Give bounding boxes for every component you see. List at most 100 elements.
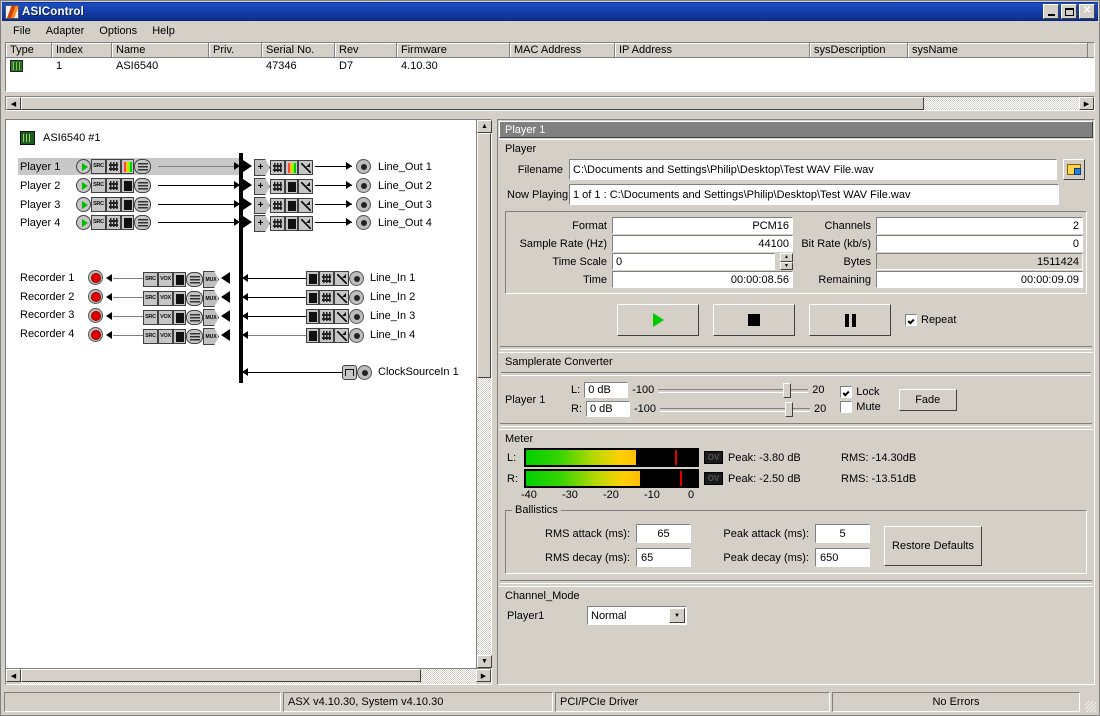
vscroll-thumb[interactable] (477, 133, 491, 378)
linein-chain-4[interactable] (306, 328, 364, 343)
peak-attack-input[interactable]: 5 (815, 524, 870, 543)
hscroll-thumb[interactable] (21, 97, 924, 110)
gain-icon[interactable] (334, 309, 349, 324)
list-icon[interactable] (186, 310, 203, 325)
src-icon[interactable]: SRC (91, 197, 106, 212)
signal-flow-diagram[interactable]: ASI6540 #1 Player 1 SRC Player 2 SRC Pla… (6, 120, 476, 668)
recorder-chain-2[interactable]: SRC VOX MUX (143, 290, 219, 307)
stop-button[interactable] (713, 304, 795, 336)
left-gain-slider[interactable] (658, 382, 809, 398)
hscroll-thumb[interactable] (21, 669, 421, 682)
meter-icon[interactable] (285, 179, 298, 194)
node-label-recorder-3[interactable]: Recorder 3 (20, 309, 74, 321)
adapter-list-hscrollbar[interactable]: ◀ ▶ (5, 96, 1095, 111)
line-in-port-icon[interactable] (349, 328, 364, 343)
line-out-port-icon[interactable] (356, 178, 371, 193)
fader-icon[interactable] (270, 179, 285, 194)
list-icon[interactable] (186, 272, 203, 287)
play-icon[interactable] (76, 178, 91, 193)
diagram-hscrollbar[interactable]: ◀ ▶ (6, 668, 491, 684)
meter-left-ov-indicator[interactable]: OV (704, 451, 723, 464)
list-icon[interactable] (186, 329, 203, 344)
mux-icon[interactable]: MUX (203, 271, 219, 288)
filename-input[interactable]: C:\Documents and Settings\Philip\Desktop… (569, 159, 1057, 180)
linein-chain-2[interactable] (306, 290, 364, 305)
fader-icon[interactable] (270, 198, 285, 213)
src-icon[interactable]: SRC (143, 272, 158, 287)
channel-mode-select[interactable]: Normal ▼ (587, 606, 687, 625)
record-port-icon[interactable] (88, 327, 103, 342)
list-icon[interactable] (134, 159, 151, 174)
meter-icon[interactable] (306, 328, 319, 343)
meter-icon[interactable] (121, 178, 134, 193)
maximize-button[interactable] (1061, 4, 1077, 19)
hscroll-track[interactable] (21, 97, 1079, 110)
vscroll-track[interactable] (477, 133, 491, 655)
stepper-up-icon[interactable]: ▲ (780, 253, 793, 262)
right-gain-input[interactable]: 0 dB (586, 401, 630, 417)
line-in-port-icon[interactable] (349, 290, 364, 305)
node-label-recorder-4[interactable]: Recorder 4 (20, 328, 74, 340)
fader-icon[interactable] (319, 328, 334, 343)
mux-icon[interactable]: MUX (203, 309, 219, 326)
meter-icon[interactable] (173, 329, 186, 344)
device-node[interactable]: ASI6540 #1 (20, 131, 101, 145)
clocksource-chain[interactable] (342, 365, 372, 380)
menu-file[interactable]: File (6, 23, 38, 39)
linein-chain-3[interactable] (306, 309, 364, 324)
timescale-stepper[interactable]: ▲ ▼ (780, 253, 793, 270)
hscroll-track[interactable] (21, 669, 476, 684)
gain-icon[interactable] (334, 271, 349, 286)
fader-icon[interactable] (106, 178, 121, 193)
node-label-line-out-3[interactable]: Line_Out 3 (378, 199, 432, 211)
mixer-add-icon[interactable] (254, 159, 270, 176)
mux-icon[interactable]: MUX (203, 290, 219, 307)
play-icon[interactable] (76, 159, 91, 174)
line-out-port-icon[interactable] (356, 159, 371, 174)
fader-icon[interactable] (106, 215, 121, 230)
column-header-mac[interactable]: MAC Address (510, 43, 615, 57)
node-label-line-out-1[interactable]: Line_Out 1 (378, 161, 432, 173)
scroll-down-arrow[interactable]: ▼ (477, 655, 492, 668)
node-label-clocksource[interactable]: ClockSourceIn 1 (378, 366, 459, 378)
adapter-list[interactable]: Type Index Name Priv. Serial No. Rev Fir… (5, 42, 1095, 92)
src-icon[interactable]: SRC (143, 329, 158, 344)
diagram-vscrollbar[interactable]: ▲ ▼ (476, 120, 492, 668)
mute-checkbox[interactable]: Mute (840, 401, 881, 413)
play-icon[interactable] (76, 215, 91, 230)
fader-icon[interactable] (270, 160, 285, 175)
linein-chain-1[interactable] (306, 271, 364, 286)
node-label-line-out-2[interactable]: Line_Out 2 (378, 180, 432, 192)
recorder-chain-1[interactable]: SRC VOX MUX (143, 271, 219, 288)
column-header-sysname[interactable]: sysName (908, 43, 1088, 57)
vox-icon[interactable]: VOX (158, 329, 173, 344)
play-icon[interactable] (76, 197, 91, 212)
peak-decay-input[interactable]: 650 (815, 548, 870, 567)
player-chain-3[interactable]: SRC (76, 197, 151, 212)
fade-button[interactable]: Fade (898, 388, 957, 411)
mixer-add-icon[interactable] (254, 178, 270, 195)
rms-decay-input[interactable]: 65 (636, 548, 691, 567)
column-header-index[interactable]: Index (52, 43, 112, 57)
line-out-port-icon[interactable] (356, 215, 371, 230)
meter-icon[interactable] (121, 215, 134, 230)
mux-icon[interactable]: MUX (203, 328, 219, 345)
node-label-line-in-3[interactable]: Line_In 3 (370, 310, 415, 322)
src-icon[interactable]: SRC (143, 291, 158, 306)
meter-icon[interactable] (121, 159, 134, 174)
gain-icon[interactable] (298, 179, 313, 194)
resize-grip-icon[interactable] (1082, 692, 1096, 712)
column-header-name[interactable]: Name (112, 43, 209, 57)
fader-icon[interactable] (319, 309, 334, 324)
node-label-line-in-1[interactable]: Line_In 1 (370, 272, 415, 284)
meter-icon[interactable] (173, 272, 186, 287)
recorder-chain-4[interactable]: SRC VOX MUX (143, 328, 219, 345)
scroll-left-arrow[interactable]: ◀ (6, 669, 21, 682)
line-out-port-icon[interactable] (356, 197, 371, 212)
fader-icon[interactable] (106, 197, 121, 212)
line-in-port-icon[interactable] (349, 309, 364, 324)
mixer-add-icon[interactable] (254, 215, 270, 232)
meter-icon[interactable] (173, 291, 186, 306)
record-port-icon[interactable] (88, 289, 103, 304)
lineout-chain-3[interactable] (254, 197, 313, 214)
